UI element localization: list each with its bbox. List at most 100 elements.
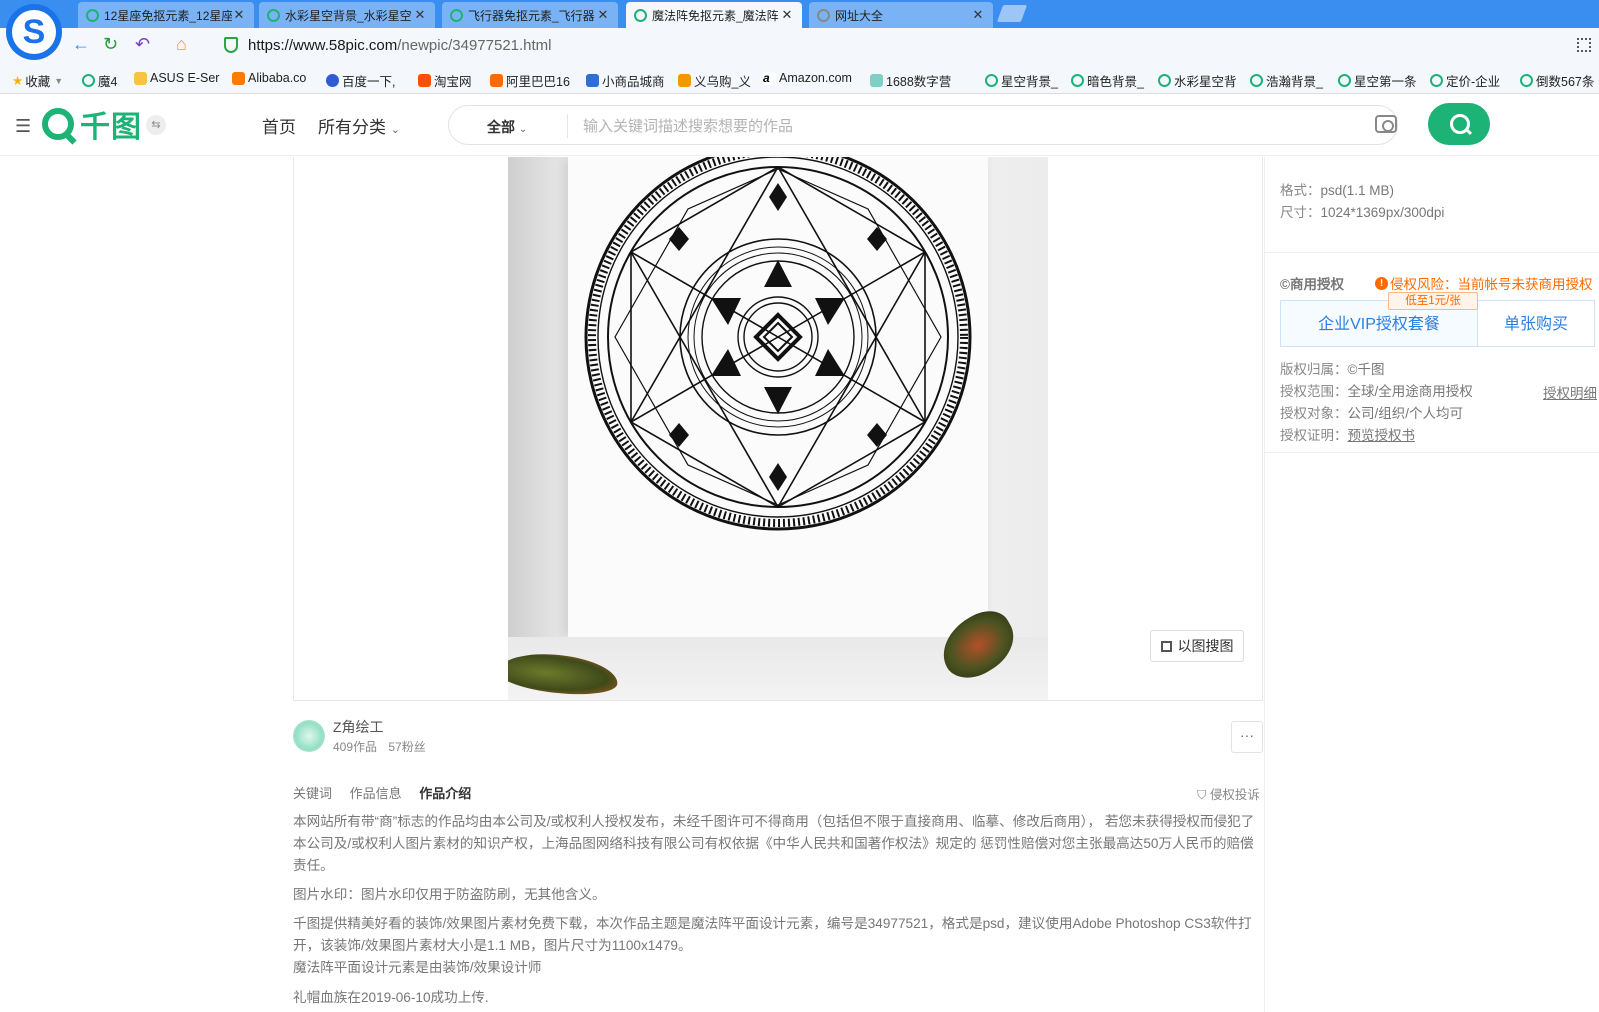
browser-logo-icon[interactable]: S [6,4,62,60]
sidebar-divider [1265,452,1599,453]
bookmark-favorites[interactable]: ★ 收藏 ▼ [12,71,63,90]
preview-license-link[interactable]: 预览授权书 [1348,428,1416,443]
close-icon[interactable]: ✕ [780,7,794,23]
alibaba-icon [490,74,503,87]
qr-code-icon[interactable] [1577,38,1591,52]
bookmark-label: 星空背景_ [1001,75,1058,89]
bookmark-item[interactable]: 暗色背景_ [1071,71,1144,90]
close-icon[interactable]: ✕ [596,7,610,23]
nav-home-link[interactable]: 首页 [262,113,296,138]
bookmark-label: Alibaba.co [248,71,307,85]
search-scope-dropdown[interactable]: 全部 ⌄ [487,117,527,137]
image-search-icon [1160,640,1172,652]
undo-icon[interactable]: ↶ [135,34,150,55]
browser-tab-2[interactable]: 水彩星空背景_水彩星空 ✕ [259,2,435,28]
bookmarks-bar: ★ 收藏 ▼ 魔4 ASUS E-Ser Alibaba.co 百度一下, 淘宝网 … [0,62,1599,94]
bookmark-item[interactable]: 魔4 [82,71,117,90]
back-icon[interactable]: ← [72,34,90,55]
format-label: 格式： [1280,183,1321,198]
watermark-note: 图片水印：图片水印仅用于防盗防刷，无其他含义。 [293,887,606,902]
search-box: 全部 ⌄ [448,105,1398,145]
bookmark-label: 水彩星空背 [1174,75,1237,89]
bookmark-label: 1688数字营 [886,75,952,89]
tab-title: 飞行器免抠元素_飞行器 [468,8,595,23]
tab-title: 魔法阵免抠元素_魔法阵 [652,8,779,23]
author-works-count: 409作品 [333,740,378,754]
magic-circle-illustration [584,157,972,531]
url-field[interactable]: https://www.58pic.com/newpic/34977521.ht… [248,37,552,54]
row-label: 授权证明： [1280,428,1348,443]
bookmark-label: 定价-企业 [1446,75,1501,89]
nav-categories-label: 所有分类 [318,118,386,137]
bookmark-label: 阿里巴巴16 [506,75,570,89]
bookmark-item[interactable]: 1688数字营 [870,71,951,90]
designer-line: 魔法阵平面设计元素是由装饰/效果设计师 [293,960,542,975]
bookmark-label: 义乌购_义 [694,75,751,89]
bookmark-label: 小商品城商 [602,75,665,89]
bookmark-item[interactable]: 淘宝网 [418,71,472,90]
site-logo[interactable]: 千图 [42,106,142,144]
bookmark-item[interactable]: 倒数567条 [1520,71,1594,90]
close-icon[interactable]: ✕ [232,7,246,23]
author-avatar[interactable] [293,720,325,752]
qiantu-favicon-icon [267,8,280,22]
browser-tab-5[interactable]: 网址大全 ✕ [809,2,993,28]
search-button[interactable] [1428,103,1490,145]
row-label: 版权归属： [1280,362,1348,377]
license-row-target: 授权对象：公司/组织/个人均可 [1280,402,1463,422]
bookmark-item[interactable]: 小商品城商 [586,71,665,90]
bookmark-label: 淘宝网 [434,75,472,89]
row-label: 授权范围： [1280,384,1348,399]
tab-work-intro[interactable]: 作品介绍 [419,786,471,801]
bookmark-item[interactable]: 星空第一条 [1338,71,1417,90]
switch-icon[interactable]: ⇆ [146,115,166,135]
license-details-link[interactable]: 授权明细 [1543,382,1597,402]
qiantu-favicon-icon [985,74,998,87]
home-icon[interactable]: ⌂ [176,34,187,55]
browser-tab-1[interactable]: 12星座免抠元素_12星座 ✕ [78,2,254,28]
warning-icon: ! [1375,276,1388,290]
image-search-button[interactable]: 以图搜图 [1150,630,1244,662]
logo-q-icon [42,108,74,140]
bookmark-item[interactable]: ASUS E-Ser [134,71,219,85]
bookmark-item[interactable]: 定价-企业 [1430,71,1500,90]
bookmark-item[interactable]: 义乌购_义 [678,71,751,90]
tab-work-info[interactable]: 作品信息 [350,786,402,801]
qiantu-favicon-icon [1158,74,1171,87]
more-options-button[interactable]: ··· [1231,721,1263,753]
bookmark-item[interactable]: 百度一下, [326,71,395,90]
bookmark-item[interactable]: 星空背景_ [985,71,1058,90]
report-link[interactable]: ⛉ 侵权投诉 [1197,784,1260,803]
single-purchase-button[interactable]: 单张购买 [1477,300,1595,347]
refresh-icon[interactable]: ↻ [103,34,118,55]
bookmark-label: 百度一下, [342,75,396,89]
bookmark-item[interactable]: a Amazon.com [763,71,852,85]
qiantu-favicon-icon [1071,74,1084,87]
close-icon[interactable]: ✕ [971,7,985,23]
security-shield-icon[interactable] [224,37,238,53]
close-icon[interactable]: ✕ [413,7,427,23]
bookmark-label: 浩瀚背景_ [1266,75,1323,89]
browser-tab-4-active[interactable]: 魔法阵免抠元素_魔法阵 ✕ [626,2,802,28]
logo-text: 千图 [80,111,142,144]
row-value: 公司/组织/个人均可 [1347,406,1464,421]
bookmark-item[interactable]: 阿里巴巴16 [490,71,570,90]
shop-icon [586,74,599,87]
format-row: 格式：psd(1.1 MB) [1280,179,1394,199]
camera-icon[interactable] [1375,115,1397,133]
search-input[interactable] [583,114,1343,138]
bookmark-item[interactable]: Alibaba.co [232,71,306,85]
author-name[interactable]: Z角绘工 [333,717,384,737]
browser-tab-3[interactable]: 飞行器免抠元素_飞行器 ✕ [442,2,618,28]
upload-info: 礼帽血族在2019-06-10成功上传. [293,990,489,1005]
bookmark-item[interactable]: 浩瀚背景_ [1250,71,1323,90]
bookmark-item[interactable]: 水彩星空背 [1158,71,1237,90]
amazon-icon: a [763,71,776,85]
report-label: 侵权投诉 [1209,788,1260,802]
address-bar [0,28,1599,62]
qiantu-favicon-icon [1430,74,1443,87]
nav-categories-dropdown[interactable]: 所有分类 ⌄ [318,113,400,138]
menu-icon[interactable]: ☰ [15,116,31,137]
tab-keywords[interactable]: 关键词 [293,786,332,801]
license-heading: ©商用授权 [1280,277,1344,292]
